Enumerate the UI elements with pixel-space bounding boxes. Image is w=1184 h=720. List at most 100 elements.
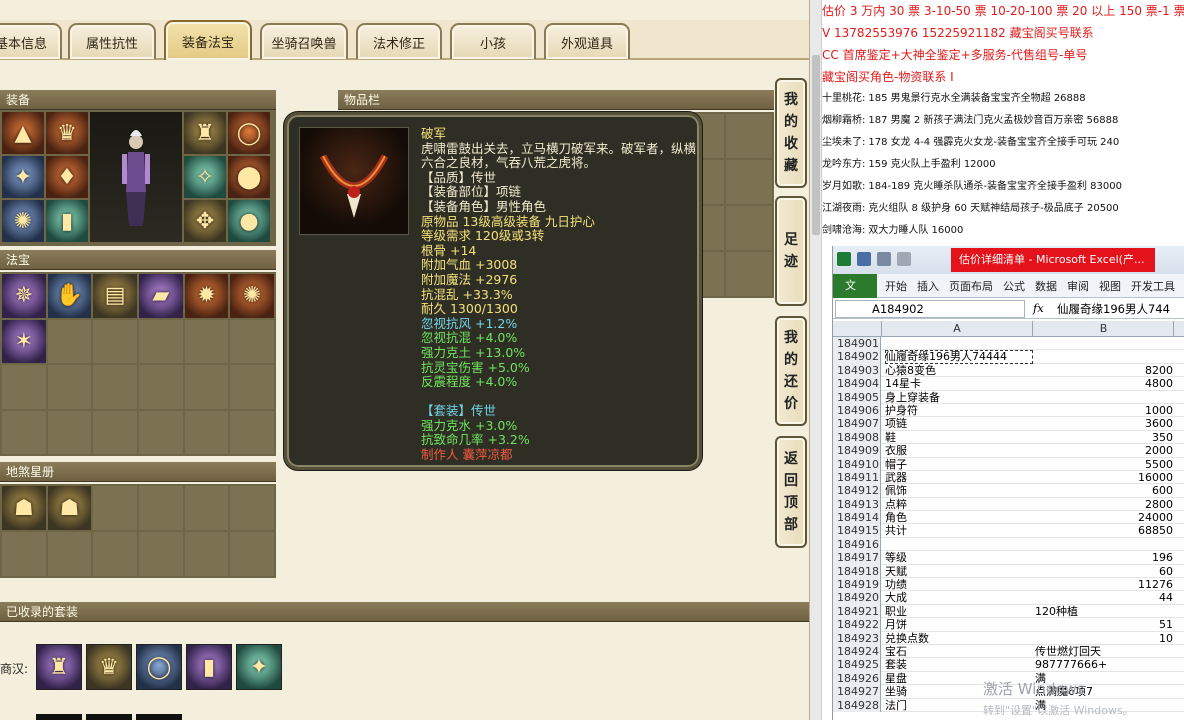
menu-home[interactable]: 开始: [885, 278, 907, 294]
fx-icon[interactable]: fx: [1033, 301, 1044, 315]
treasure-slot[interactable]: ✶: [2, 319, 46, 363]
chat-username[interactable]: 江湖夜雨:: [822, 203, 865, 214]
cell-b[interactable]: 24000: [1035, 511, 1173, 524]
equip-slot-amulet[interactable]: ⬤: [228, 156, 270, 198]
equip-slot-belt[interactable]: ✺: [2, 200, 44, 242]
chat-username[interactable]: 尘埃未了:: [822, 137, 865, 148]
set-piece[interactable]: ♛: [86, 644, 132, 690]
cell-a[interactable]: 功绩: [885, 578, 1033, 591]
row-number[interactable]: 184905: [833, 390, 881, 404]
row-number[interactable]: 184908: [833, 430, 881, 445]
cell-b[interactable]: 60: [1035, 565, 1173, 578]
row-number[interactable]: 184901: [833, 337, 881, 351]
row-number[interactable]: 184916: [833, 537, 881, 552]
cell-a[interactable]: 共计: [885, 524, 1033, 537]
empty-slot[interactable]: [184, 486, 229, 530]
empty-slot[interactable]: [2, 365, 46, 409]
column-header-a[interactable]: A: [881, 321, 1033, 337]
cell-b[interactable]: 196: [1035, 551, 1173, 564]
equip-slot-helmet[interactable]: ♛: [46, 112, 88, 154]
set-piece[interactable]: ♜: [36, 644, 82, 690]
formula-input[interactable]: 仙履奇缘196男人744: [1057, 301, 1170, 317]
cell-b[interactable]: 11276: [1035, 578, 1173, 591]
equip-slot-boots[interactable]: ▮: [46, 200, 88, 242]
menu-review[interactable]: 审阅: [1067, 278, 1089, 294]
cell-a[interactable]: 14星卡: [885, 377, 1033, 390]
cell-a[interactable]: 武器: [885, 471, 1033, 484]
scrollbar-thumb[interactable]: [812, 55, 820, 235]
cell-a[interactable]: 帽子: [885, 458, 1033, 471]
empty-slot[interactable]: [230, 410, 274, 454]
cell-b[interactable]: 44: [1035, 591, 1173, 604]
row-number[interactable]: 184923: [833, 631, 881, 645]
chat-username[interactable]: 剑啸沧海:: [822, 225, 865, 236]
chat-username[interactable]: 十里桃花:: [822, 93, 865, 104]
empty-slot[interactable]: [139, 486, 183, 530]
star-card-slot[interactable]: ☗: [2, 486, 46, 530]
chat-username[interactable]: 岁月如歌:: [822, 181, 865, 192]
cell-b[interactable]: 4800: [1035, 377, 1173, 390]
empty-slot[interactable]: [2, 532, 46, 576]
cell-a[interactable]: 衣服: [885, 444, 1033, 457]
cell-b[interactable]: 10: [1035, 632, 1173, 645]
cell-b[interactable]: 350: [1035, 431, 1173, 444]
cell-a[interactable]: 身上穿装备: [885, 391, 1033, 404]
row-number[interactable]: 184914: [833, 511, 881, 525]
cell-b[interactable]: 3600: [1035, 417, 1173, 430]
equip-slot-weapon[interactable]: ✦: [2, 156, 44, 198]
cell-b[interactable]: 51: [1035, 618, 1173, 631]
cell-a[interactable]: 仙履奇缘196男人74444: [885, 350, 1033, 364]
column-header-b[interactable]: B: [1034, 321, 1174, 337]
treasure-slot[interactable]: ✋: [47, 274, 92, 318]
empty-slot[interactable]: [47, 532, 92, 576]
set-piece[interactable]: ◯: [136, 644, 182, 690]
menu-insert[interactable]: 插入: [917, 278, 939, 294]
set-piece[interactable]: ✦: [236, 644, 282, 690]
row-number[interactable]: 184903: [833, 363, 881, 378]
treasure-slot[interactable]: ✹: [184, 274, 229, 318]
cell-b[interactable]: 1000: [1035, 404, 1173, 417]
cell-b[interactable]: 2000: [1035, 444, 1173, 457]
empty-slot[interactable]: [184, 365, 229, 409]
cell-a[interactable]: 天赋: [885, 565, 1033, 578]
row-number[interactable]: 184911: [833, 470, 881, 485]
tab-attributes[interactable]: 属性抗性: [68, 23, 156, 59]
cell-a[interactable]: 职业: [885, 605, 1033, 618]
chat-username[interactable]: 烟柳霜桥:: [822, 115, 865, 126]
empty-slot[interactable]: [230, 365, 274, 409]
empty-slot[interactable]: [2, 410, 46, 454]
equip-slot-accessory[interactable]: ✥: [184, 200, 226, 242]
cell-b[interactable]: 16000: [1035, 471, 1173, 484]
cell-b[interactable]: 8200: [1035, 364, 1173, 377]
menu-data[interactable]: 数据: [1035, 278, 1057, 294]
menu-formulas[interactable]: 公式: [1003, 278, 1025, 294]
cell-a[interactable]: 佩饰: [885, 484, 1033, 497]
name-box[interactable]: A184902: [835, 300, 1025, 318]
equip-slot-ring[interactable]: ✧: [184, 156, 226, 198]
row-number[interactable]: 184918: [833, 564, 881, 579]
cell-a[interactable]: 鞋: [885, 431, 1033, 444]
row-number[interactable]: 184902: [833, 350, 881, 364]
empty-slot[interactable]: [93, 365, 137, 409]
empty-slot[interactable]: [139, 410, 183, 454]
row-number[interactable]: 184915: [833, 524, 881, 538]
empty-slot[interactable]: [47, 365, 92, 409]
row-number[interactable]: 184910: [833, 457, 881, 471]
inventory-slot[interactable]: [725, 252, 772, 296]
chat-username[interactable]: 龙吟东方:: [822, 159, 865, 170]
cell-a[interactable]: 点粹: [885, 498, 1033, 511]
row-number[interactable]: 184927: [833, 685, 881, 699]
cell-b[interactable]: 5500: [1035, 458, 1173, 471]
treasure-slot[interactable]: ✵: [2, 274, 46, 318]
empty-slot[interactable]: [139, 365, 183, 409]
file-menu[interactable]: 文件: [833, 273, 877, 316]
menu-page-layout[interactable]: 页面布局: [949, 278, 993, 294]
row-number[interactable]: 184912: [833, 484, 881, 498]
row-number[interactable]: 184917: [833, 551, 881, 565]
row-number[interactable]: 184919: [833, 578, 881, 592]
undo-icon[interactable]: [877, 252, 891, 266]
row-number[interactable]: 184904: [833, 377, 881, 391]
inventory-slot[interactable]: [725, 206, 772, 250]
cell-a[interactable]: 大成: [885, 591, 1033, 604]
cell-a[interactable]: 宝石: [885, 645, 1033, 658]
